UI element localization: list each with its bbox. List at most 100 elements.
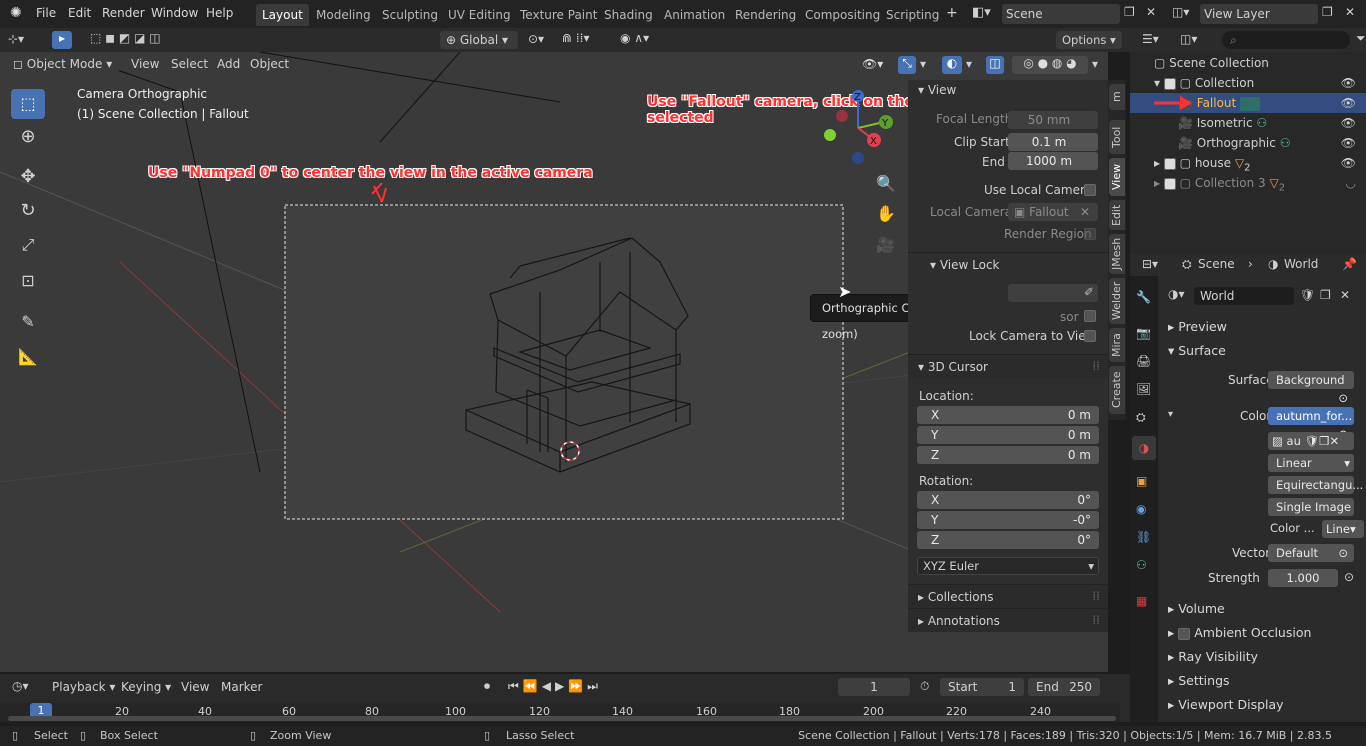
- add-workspace-button[interactable]: +: [946, 5, 958, 21]
- surface-section[interactable]: ▾ Surface: [1168, 343, 1226, 358]
- tab-texture-paint[interactable]: Texture Paint: [514, 4, 603, 26]
- menu-add[interactable]: Add: [217, 57, 240, 71]
- view-layer-icon[interactable]: ◫▾: [1172, 5, 1189, 19]
- lock-cursor-checkbox[interactable]: [1084, 310, 1096, 322]
- shading-modes-icons[interactable]: ◎ ● ◍ ◕: [1012, 56, 1088, 74]
- output-tab-icon[interactable]: 🖨: [1136, 354, 1151, 368]
- pin-icon[interactable]: 📌: [1342, 257, 1357, 271]
- image-datablock-field[interactable]: ▨ au 🛡❐✕: [1268, 432, 1354, 450]
- tab-scripting[interactable]: Scripting: [880, 4, 945, 26]
- menu-playback[interactable]: Playback ▾: [52, 680, 115, 694]
- select-tool-icon[interactable]: ▸: [52, 31, 72, 49]
- eye-icon[interactable]: 👁: [1341, 93, 1356, 113]
- outliner-row-collection[interactable]: ▾ ▢ Collection 👁: [1130, 73, 1366, 93]
- menu-render[interactable]: Render: [102, 6, 145, 20]
- end-frame-field[interactable]: End 250: [1028, 678, 1100, 696]
- shading-dropdown-icon[interactable]: ▾: [1092, 57, 1098, 71]
- move-tool-icon[interactable]: ✥: [11, 162, 45, 192]
- location-z-field[interactable]: Z0 m: [917, 446, 1099, 464]
- eye-icon[interactable]: 👁: [1341, 113, 1356, 133]
- annotate-tool-icon[interactable]: ✎: [11, 307, 45, 337]
- scene-tab-icon[interactable]: ⛭: [1136, 410, 1146, 425]
- delete-view-layer-icon[interactable]: ✕: [1345, 5, 1355, 19]
- scene-selector-icon[interactable]: ◧▾: [972, 5, 991, 20]
- gizmo-toggle-icon[interactable]: ⤡: [898, 56, 916, 74]
- view-layer-field[interactable]: View Layer: [1200, 4, 1318, 24]
- tab-tool[interactable]: Tool: [1109, 120, 1125, 154]
- rotation-y-field[interactable]: Y -0°: [917, 511, 1099, 529]
- navigation-gizmo[interactable]: Y X Z: [818, 88, 898, 168]
- view-layer-tab-icon[interactable]: 🖼: [1136, 382, 1151, 396]
- volume-section[interactable]: ▸ Volume: [1168, 601, 1225, 616]
- overlay-toggle-icon[interactable]: ◐: [942, 56, 962, 74]
- pan-hand-icon[interactable]: ✋: [876, 204, 896, 223]
- start-frame-field[interactable]: Start 1: [940, 678, 1024, 696]
- current-frame-field[interactable]: 1: [838, 678, 910, 696]
- include-checkbox[interactable]: [1163, 177, 1176, 190]
- record-icon[interactable]: ⏺: [484, 679, 490, 694]
- local-camera-field[interactable]: ▣ Fallout ✕: [1008, 203, 1098, 221]
- render-tab-icon[interactable]: 📷: [1136, 326, 1151, 340]
- pivot-icon[interactable]: ⊙▾: [528, 32, 544, 46]
- playback-controls-icons[interactable]: ⏮⏪◀▶⏩⏭: [508, 679, 602, 694]
- scale-tool-icon[interactable]: ⤢: [11, 230, 45, 260]
- menu-file[interactable]: File: [36, 6, 56, 20]
- menu-edit[interactable]: Edit: [68, 6, 91, 20]
- focal-length-field[interactable]: 50 mm: [1008, 111, 1098, 129]
- stopwatch-icon[interactable]: ⏱: [920, 679, 929, 694]
- new-world-icon[interactable]: ❐: [1320, 288, 1331, 302]
- tab-create[interactable]: Create: [1109, 366, 1125, 414]
- color-image-field[interactable]: autumn_for...⊙: [1268, 407, 1354, 441]
- options-dropdown[interactable]: Options ▾: [1056, 31, 1122, 49]
- display-mode-icon[interactable]: ◫▾: [1180, 32, 1197, 46]
- viewport-display-section[interactable]: ▸ Viewport Display: [1168, 697, 1284, 712]
- menu-object[interactable]: Object: [250, 57, 289, 71]
- transform-tool-icon[interactable]: ⊡: [11, 266, 45, 296]
- tab-edit[interactable]: Edit: [1109, 200, 1125, 230]
- measure-tool-icon[interactable]: 📐: [11, 342, 45, 372]
- rotation-z-field[interactable]: Z 0°: [917, 531, 1099, 549]
- include-checkbox[interactable]: [1163, 157, 1176, 170]
- timeline-ruler[interactable]: 1 20 40 60 80 100 120 140 160 180 200 22…: [0, 702, 1120, 722]
- tab-layout[interactable]: Layout: [256, 4, 309, 26]
- annotations-section-header[interactable]: ▸ Annotations ⁞⁞: [908, 608, 1108, 632]
- outliner-search-input[interactable]: ⌕: [1222, 31, 1350, 49]
- collections-section-header[interactable]: ▸ Collections ⁞⁞: [908, 584, 1108, 608]
- orientation-dropdown[interactable]: ⊕ Global ▾: [440, 31, 518, 49]
- surface-shader-field[interactable]: Background ⊙: [1268, 371, 1354, 405]
- camera-view-icon[interactable]: 🎥: [876, 236, 895, 254]
- tab-jmesh[interactable]: JMesh: [1109, 234, 1125, 274]
- include-checkbox[interactable]: [1163, 77, 1176, 90]
- clear-camera-icon[interactable]: ✕: [1080, 203, 1090, 221]
- rotate-tool-icon[interactable]: ↻: [11, 196, 45, 226]
- fake-user-icon[interactable]: 🛡: [1300, 288, 1315, 302]
- tab-view[interactable]: View: [1109, 158, 1125, 196]
- menu-help[interactable]: Help: [206, 6, 233, 20]
- menu-timeline-view[interactable]: View: [181, 680, 209, 694]
- outliner-row-house[interactable]: ▸ ▢ house ▽2 👁: [1130, 153, 1366, 173]
- menu-select[interactable]: Select: [171, 57, 208, 71]
- tab-uv-editing[interactable]: UV Editing: [442, 4, 517, 26]
- outliner-row-collection-3[interactable]: ▸ ▢ Collection 3 ▽2 ◡: [1130, 173, 1366, 193]
- outliner-editor-icon[interactable]: ☰▾: [1142, 32, 1159, 46]
- unlink-world-icon[interactable]: ✕: [1340, 288, 1350, 302]
- timeline-editor-icon[interactable]: ◷▾: [12, 679, 29, 693]
- delete-scene-icon[interactable]: ✕: [1146, 5, 1156, 19]
- color-space-dropdown[interactable]: Line▾: [1322, 520, 1364, 538]
- eye-icon[interactable]: 👁: [1341, 73, 1356, 93]
- clip-start-field[interactable]: 0.1 m: [1008, 133, 1098, 151]
- tab-rendering[interactable]: Rendering: [729, 4, 802, 26]
- menu-view[interactable]: View: [131, 57, 159, 71]
- vector-field[interactable]: Default ⊙: [1268, 544, 1354, 562]
- source-dropdown[interactable]: Single Image▾: [1268, 498, 1354, 532]
- overlay-dropdown-icon[interactable]: ▾: [966, 57, 972, 71]
- world-name-field[interactable]: World: [1194, 287, 1294, 305]
- location-y-field[interactable]: Y0 m: [917, 426, 1099, 444]
- timeline-scrollbar[interactable]: [8, 716, 1116, 721]
- constraints-tab-icon[interactable]: ⛓: [1136, 530, 1151, 544]
- render-region-checkbox[interactable]: [1084, 228, 1096, 240]
- outliner-row-isometric[interactable]: 🎥 Isometric ⚇ 👁: [1130, 113, 1366, 133]
- ao-checkbox[interactable]: [1178, 627, 1191, 640]
- properties-editor-icon[interactable]: ⊟▾: [1142, 257, 1158, 271]
- xray-toggle-icon[interactable]: ◫: [986, 56, 1004, 74]
